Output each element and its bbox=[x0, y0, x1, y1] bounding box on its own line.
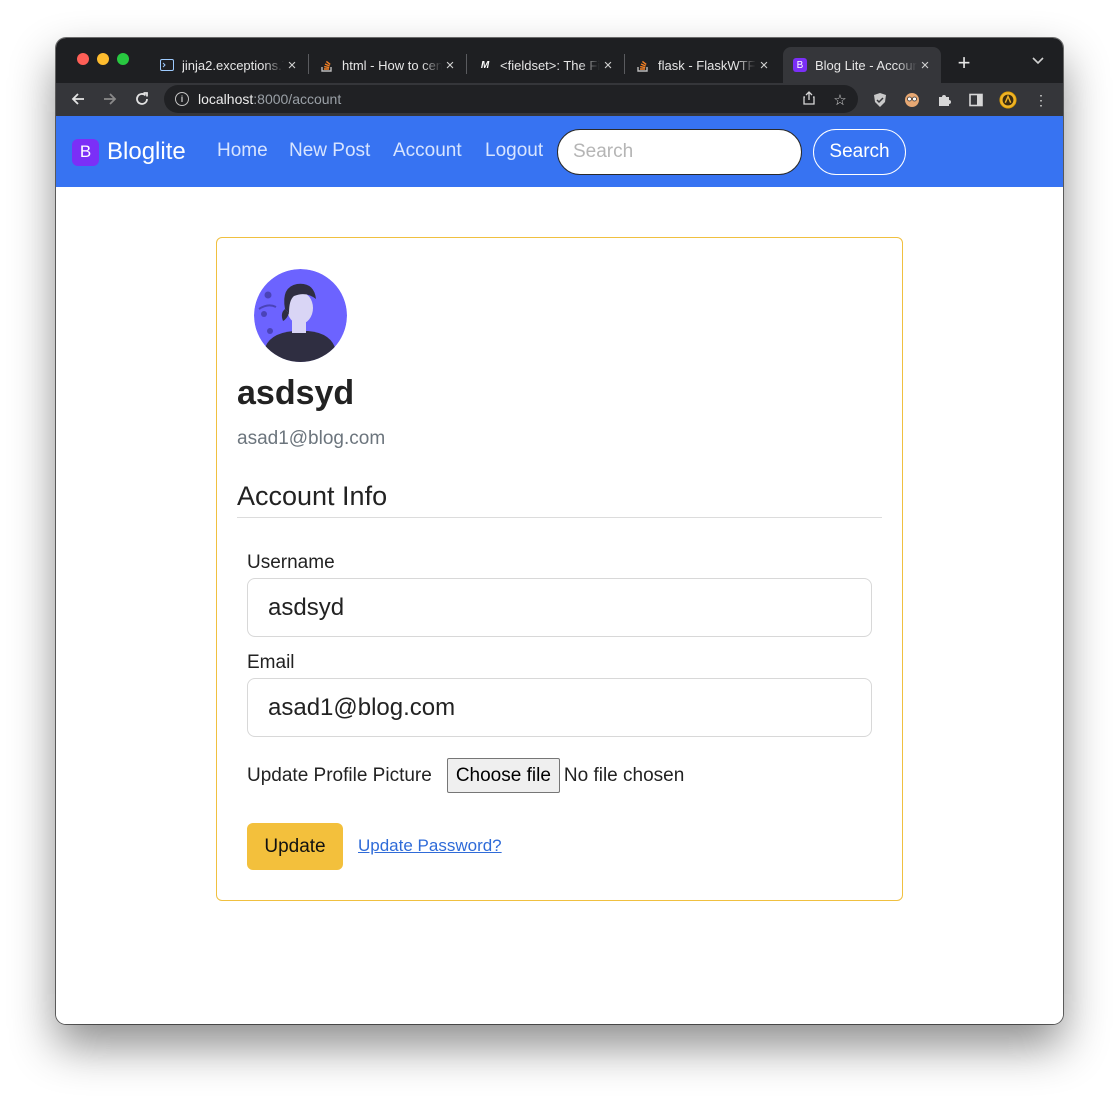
profile-avatar[interactable] bbox=[254, 269, 347, 362]
brand[interactable]: B Bloglite bbox=[72, 138, 186, 166]
nav-link-home[interactable]: Home bbox=[217, 140, 268, 162]
profile-picture-row: Update Profile Picture Choose file No fi… bbox=[247, 758, 684, 793]
search-input[interactable] bbox=[557, 129, 802, 175]
tab-title: html - How to center bbox=[342, 57, 442, 73]
browser-toolbar: i localhost:8000/account ☆ ⋮ bbox=[56, 83, 1063, 116]
mdn-icon: M bbox=[480, 59, 490, 71]
side-panel-icon[interactable] bbox=[967, 91, 985, 109]
extension-avatar-icon[interactable] bbox=[903, 91, 921, 109]
new-tab-icon[interactable]: + bbox=[954, 50, 974, 76]
brand-logo-icon: B bbox=[72, 138, 99, 166]
tab-fieldset-mdn[interactable]: M <fieldset>: The Field Set element × bbox=[478, 47, 624, 83]
nav-link-logout[interactable]: Logout bbox=[485, 140, 543, 162]
site-info-icon[interactable]: i bbox=[175, 92, 189, 106]
profile-email: asad1@blog.com bbox=[237, 428, 386, 449]
email-label: Email bbox=[247, 652, 295, 673]
close-tab-icon[interactable]: × bbox=[600, 57, 616, 74]
tab-separator bbox=[624, 54, 625, 74]
forward-arrow-icon[interactable] bbox=[99, 88, 121, 110]
address-url: localhost:8000/account bbox=[198, 91, 341, 107]
brand-name: Bloglite bbox=[107, 138, 186, 165]
choose-file-button[interactable]: Choose file bbox=[446, 758, 560, 793]
tab-separator bbox=[308, 54, 309, 74]
profile-username: asdsyd bbox=[237, 374, 355, 412]
email-field[interactable] bbox=[247, 678, 872, 737]
bootstrap-icon: B bbox=[793, 58, 807, 72]
browser-menu-icon[interactable]: ⋮ bbox=[1032, 91, 1050, 109]
account-card: asdsyd asad1@blog.com Account Info Usern… bbox=[216, 237, 903, 901]
close-tab-icon[interactable]: × bbox=[284, 57, 300, 74]
url-path: :8000/account bbox=[253, 91, 342, 107]
profile-picture-label: Update Profile Picture bbox=[247, 764, 432, 786]
tab-blog-lite-account[interactable]: B Blog Lite - Account × bbox=[783, 47, 941, 83]
share-icon[interactable] bbox=[800, 91, 818, 109]
tab-jinja-error[interactable]: jinja2.exceptions.TemplateSyntaxError × bbox=[160, 47, 308, 83]
file-status: No file chosen bbox=[563, 764, 685, 786]
tab-search-chevron-icon[interactable] bbox=[1032, 52, 1044, 68]
close-tab-icon[interactable]: × bbox=[442, 57, 458, 74]
section-divider bbox=[237, 517, 882, 518]
stackoverflow-icon bbox=[320, 58, 334, 72]
stackoverflow-icon bbox=[636, 58, 650, 72]
profile-avatar-icon[interactable] bbox=[999, 91, 1017, 109]
search-button[interactable]: Search bbox=[813, 129, 906, 175]
tab-title: Blog Lite - Account bbox=[815, 57, 917, 73]
username-label: Username bbox=[247, 552, 335, 573]
browser-window: jinja2.exceptions.TemplateSyntaxError × … bbox=[56, 38, 1063, 1024]
tab-strip: jinja2.exceptions.TemplateSyntaxError × … bbox=[56, 38, 1063, 83]
tab-title: jinja2.exceptions.TemplateSyntaxError bbox=[182, 57, 284, 73]
bookmark-star-icon[interactable]: ☆ bbox=[831, 91, 849, 109]
update-password-link[interactable]: Update Password? bbox=[358, 836, 502, 856]
url-host: localhost bbox=[198, 91, 254, 107]
puzzle-extensions-icon[interactable] bbox=[935, 91, 953, 109]
minimize-window-button[interactable] bbox=[97, 53, 109, 65]
tab-title: flask - FlaskWTForms bbox=[658, 57, 756, 73]
tab-flask-wtforms[interactable]: flask - FlaskWTForms × bbox=[636, 47, 780, 83]
navbar: B Bloglite Home New Post Account Logout … bbox=[56, 116, 1063, 187]
nav-link-account[interactable]: Account bbox=[393, 140, 462, 162]
close-tab-icon[interactable]: × bbox=[756, 57, 772, 74]
close-tab-icon[interactable]: × bbox=[917, 57, 933, 74]
nav-link-new-post[interactable]: New Post bbox=[289, 140, 370, 162]
reload-icon[interactable] bbox=[131, 88, 153, 110]
page-content: B Bloglite Home New Post Account Logout … bbox=[56, 116, 1063, 1024]
tab-separator bbox=[466, 54, 467, 74]
close-window-button[interactable] bbox=[77, 53, 89, 65]
terminal-icon bbox=[160, 58, 174, 72]
maximize-window-button[interactable] bbox=[117, 53, 129, 65]
brave-shield-icon[interactable] bbox=[871, 91, 889, 109]
tab-html-center[interactable]: html - How to center × bbox=[320, 47, 466, 83]
tab-title: <fieldset>: The Field Set element bbox=[500, 57, 600, 73]
address-bar[interactable]: i localhost:8000/account ☆ bbox=[164, 85, 858, 113]
account-info-heading: Account Info bbox=[237, 481, 388, 511]
update-button[interactable]: Update bbox=[247, 823, 343, 870]
username-field[interactable] bbox=[247, 578, 872, 637]
back-arrow-icon[interactable] bbox=[67, 88, 89, 110]
